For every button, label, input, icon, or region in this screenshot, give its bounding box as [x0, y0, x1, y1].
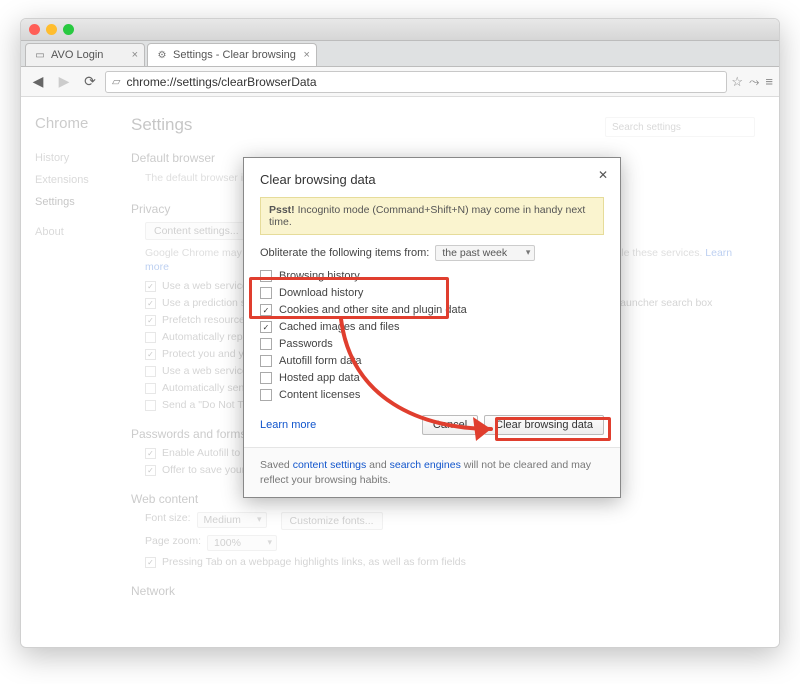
- clear-option-label: Browsing history: [279, 270, 360, 282]
- tab-label: AVO Login: [51, 49, 103, 61]
- clear-option-label: Cookies and other site and plugin data: [279, 304, 467, 316]
- content-settings-link[interactable]: content settings: [293, 459, 367, 471]
- reload-button[interactable]: ⟳: [79, 71, 101, 93]
- omnibox[interactable]: ▱ chrome://settings/clearBrowserData: [105, 71, 727, 93]
- tab-settings[interactable]: ⚙ Settings - Clear browsing ×: [147, 43, 317, 66]
- forward-button[interactable]: ▶: [53, 71, 75, 93]
- menu-icon[interactable]: ≡: [765, 74, 773, 90]
- page-favicon-icon: ▭: [34, 49, 46, 61]
- dialog-close-icon[interactable]: ✕: [598, 168, 608, 182]
- star-icon[interactable]: ☆: [731, 74, 743, 90]
- obliterate-label: Obliterate the following items from:: [260, 247, 429, 259]
- minimize-window-icon[interactable]: [46, 24, 57, 35]
- toolbar: ◀ ▶ ⟳ ▱ chrome://settings/clearBrowserDa…: [21, 67, 779, 97]
- clear-option-checkbox[interactable]: ✓: [260, 304, 272, 316]
- clear-option-checkbox[interactable]: [260, 389, 272, 401]
- tab-avo-login[interactable]: ▭ AVO Login ×: [25, 43, 145, 66]
- clear-option-checkbox[interactable]: [260, 287, 272, 299]
- tab-label: Settings - Clear browsing: [173, 49, 296, 61]
- back-button[interactable]: ◀: [27, 71, 49, 93]
- clear-option-label: Cached images and files: [279, 321, 399, 333]
- clear-option-checkbox[interactable]: [260, 270, 272, 282]
- note-text: Saved: [260, 459, 293, 471]
- clear-browsing-data-dialog: ✕ Clear browsing data Psst! Incognito mo…: [243, 157, 621, 498]
- traffic-lights: [29, 24, 74, 35]
- gear-favicon-icon: ⚙: [156, 49, 168, 61]
- page-icon: ▱: [112, 75, 120, 88]
- clear-option-checkbox[interactable]: ✓: [260, 321, 272, 333]
- clear-option-label: Autofill form data: [279, 355, 362, 367]
- note-text: and: [366, 459, 389, 471]
- close-window-icon[interactable]: [29, 24, 40, 35]
- clear-option-checkbox[interactable]: [260, 355, 272, 367]
- browser-window: ▭ AVO Login × ⚙ Settings - Clear browsin…: [20, 18, 780, 648]
- clear-option-label: Download history: [279, 287, 363, 299]
- search-engines-link[interactable]: search engines: [390, 459, 461, 471]
- zoom-window-icon[interactable]: [63, 24, 74, 35]
- clear-option-checkbox[interactable]: [260, 372, 272, 384]
- time-range-select[interactable]: the past week: [435, 245, 535, 261]
- clear-option-label: Passwords: [279, 338, 333, 350]
- clear-browsing-data-button[interactable]: Clear browsing data: [484, 415, 604, 435]
- tip-strong: Psst!: [269, 204, 295, 216]
- cancel-button[interactable]: Cancel: [422, 415, 478, 435]
- close-tab-icon[interactable]: ×: [303, 49, 309, 61]
- clear-option-label: Content licenses: [279, 389, 360, 401]
- tip-text: Incognito mode (Command+Shift+N) may com…: [269, 204, 585, 228]
- close-tab-icon[interactable]: ×: [132, 49, 138, 61]
- titlebar: [21, 19, 779, 41]
- extension-icon[interactable]: ⤳: [749, 74, 759, 90]
- learn-more-link[interactable]: Learn more: [260, 419, 316, 431]
- omnibox-text: chrome://settings/clearBrowserData: [126, 75, 316, 89]
- tab-strip: ▭ AVO Login × ⚙ Settings - Clear browsin…: [21, 41, 779, 67]
- clear-option-checkbox[interactable]: [260, 338, 272, 350]
- dialog-note: Saved content settings and search engine…: [244, 447, 620, 497]
- clear-option-label: Hosted app data: [279, 372, 360, 384]
- incognito-tip: Psst! Incognito mode (Command+Shift+N) m…: [260, 197, 604, 235]
- dialog-title: Clear browsing data: [260, 172, 604, 187]
